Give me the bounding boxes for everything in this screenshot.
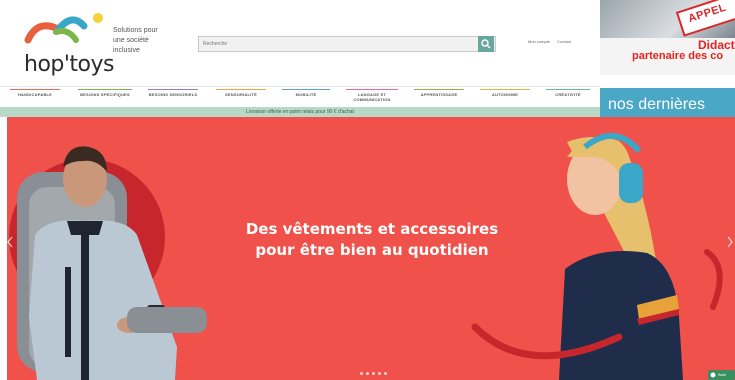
search-box [198, 36, 496, 52]
nav-item[interactable]: BESOINS SPÉCIFIQUES [72, 89, 138, 103]
nav-item[interactable]: AUTONOMIE [474, 89, 536, 103]
nav-color-bar [10, 89, 60, 90]
carousel-dot[interactable] [360, 372, 363, 375]
search-icon [481, 39, 491, 49]
nav-color-bar [480, 89, 530, 90]
nav-item-label: BESOINS SPÉCIFIQUES [80, 92, 130, 97]
tagline-line: inclusive [113, 47, 140, 54]
nav-item[interactable]: SENSORIALITÉ [210, 89, 272, 103]
tagline-line: une société [113, 37, 149, 44]
account-link[interactable]: Mon compte [528, 39, 550, 44]
nav-item-label: LANGAGE ET COMMUNICATION [353, 92, 391, 102]
carousel-dot[interactable] [372, 372, 375, 375]
search-input[interactable] [199, 37, 479, 51]
nav-item-label: BESOINS SENSORIELS [148, 92, 198, 97]
carousel-dots [360, 371, 390, 377]
chevron-right-icon [727, 236, 733, 248]
nav-item[interactable]: APPRENTISSAGE [408, 89, 470, 103]
carousel-dot[interactable] [378, 372, 381, 375]
nav-item-label: CRÉATIVITÉ [555, 92, 581, 97]
nav-item[interactable]: CRÉATIVITÉ [540, 89, 596, 103]
latest-banner[interactable]: nos dernières [600, 88, 735, 120]
carousel-next-button[interactable] [727, 235, 733, 248]
hero-headline-line: pour être bien au quotidien [255, 241, 489, 259]
latest-banner-text: nos dernières [608, 96, 705, 113]
chat-label: Aide [718, 372, 727, 377]
nav-item-label: HANDICAPABLE [17, 92, 53, 97]
top-links: Mon compte Contact [528, 39, 577, 44]
carousel-prev-button[interactable] [7, 235, 13, 248]
nav-color-bar [546, 89, 590, 90]
promo-text: Livraison offerte en point relais pour 9… [246, 109, 354, 115]
nav-color-bar [414, 89, 464, 90]
nav-item[interactable]: MOBILITÉ [276, 89, 336, 103]
nav-item[interactable]: LANGAGE ET COMMUNICATION [340, 89, 404, 103]
main-nav: HANDICAPABLE BESOINS SPÉCIFIQUES BESOINS… [0, 86, 600, 105]
nav-color-bar [148, 89, 198, 90]
carousel-dot[interactable] [366, 372, 369, 375]
nav-item[interactable]: HANDICAPABLE [4, 89, 66, 103]
hero-headline-line: Des vêtements et accessoires [245, 220, 499, 238]
hero-banner[interactable]: Des vêtements et accessoires pour être b… [7, 117, 735, 380]
nav-color-bar [282, 89, 330, 90]
logo-text: hop'toys [24, 52, 114, 77]
carousel-dot[interactable] [384, 372, 387, 375]
search-button[interactable] [478, 36, 494, 52]
promo-bar[interactable]: Livraison offerte en point relais pour 9… [0, 107, 600, 117]
nav-item-label: APPRENTISSAGE [420, 92, 458, 97]
logo-mark-icon [24, 13, 103, 44]
nav-item[interactable]: BESOINS SENSORIELS [142, 89, 204, 103]
nav-item-label: SENSORIALITÉ [225, 92, 257, 97]
nav-color-bar [216, 89, 266, 90]
tagline: Solutions pour une société inclusive [113, 26, 193, 56]
hero-headline: Des vêtements et accessoires pour être b… [212, 219, 532, 261]
chat-icon [710, 372, 716, 378]
nav-color-bar [78, 89, 132, 90]
tagline-line: Solutions pour [113, 27, 158, 34]
contact-link[interactable]: Contact [557, 39, 571, 44]
logo[interactable]: hop'toys Solutions pour une société incl… [20, 10, 190, 80]
ad-subtitle: partenaire des co [632, 50, 724, 62]
nav-item-label: MOBILITÉ [295, 92, 317, 97]
chevron-left-icon [7, 236, 13, 248]
nav-item-label: AUTONOMIE [491, 92, 519, 97]
nav-color-bar [346, 89, 398, 90]
chat-button[interactable]: Aide [708, 370, 735, 380]
